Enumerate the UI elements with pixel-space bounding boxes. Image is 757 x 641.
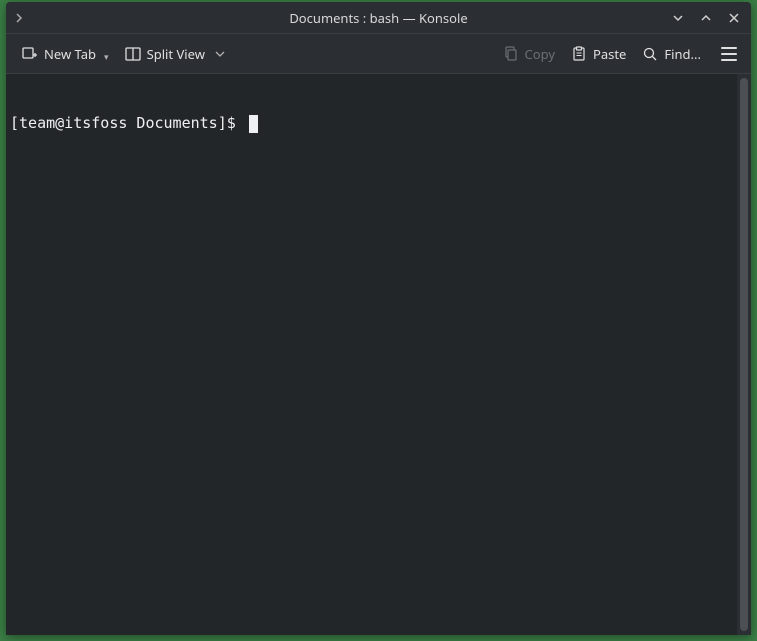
toolbar: New Tab ▾ Split View Co	[6, 34, 751, 74]
search-icon	[642, 46, 658, 62]
paste-button[interactable]: Paste	[565, 41, 632, 67]
paste-label: Paste	[593, 45, 626, 63]
chevron-down-icon	[215, 49, 225, 59]
split-view-label: Split View	[147, 45, 205, 63]
titlebar[interactable]: Documents : bash — Konsole	[6, 2, 751, 34]
scrollbar-thumb[interactable]	[740, 78, 748, 631]
terminal[interactable]: [team@itsfoss Documents]$	[6, 74, 737, 635]
prompt-line: [team@itsfoss Documents]$	[10, 114, 733, 134]
maximize-button[interactable]	[697, 9, 715, 27]
shell-prompt: [team@itsfoss Documents]$	[10, 114, 245, 134]
window-title: Documents : bash — Konsole	[289, 9, 467, 27]
find-label: Find...	[664, 45, 701, 63]
terminal-app-icon	[14, 10, 30, 26]
paste-icon	[571, 46, 587, 62]
hamburger-menu-button[interactable]	[717, 42, 741, 66]
copy-icon	[503, 46, 519, 62]
terminal-cursor	[249, 115, 258, 133]
copy-button: Copy	[497, 41, 561, 67]
find-button[interactable]: Find...	[636, 41, 707, 67]
split-view-button[interactable]: Split View	[119, 41, 231, 67]
new-tab-icon	[22, 46, 38, 62]
chevron-down-icon: ▾	[104, 50, 109, 63]
konsole-window: Documents : bash — Konsole New Tab ▾	[6, 2, 751, 635]
terminal-area: [team@itsfoss Documents]$	[6, 74, 751, 635]
new-tab-button[interactable]: New Tab ▾	[16, 40, 115, 67]
window-controls	[669, 9, 743, 27]
close-button[interactable]	[725, 9, 743, 27]
new-tab-label: New Tab	[44, 45, 96, 63]
split-view-icon	[125, 46, 141, 62]
vertical-scrollbar[interactable]	[737, 74, 751, 635]
minimize-button[interactable]	[669, 9, 687, 27]
copy-label: Copy	[525, 45, 555, 63]
